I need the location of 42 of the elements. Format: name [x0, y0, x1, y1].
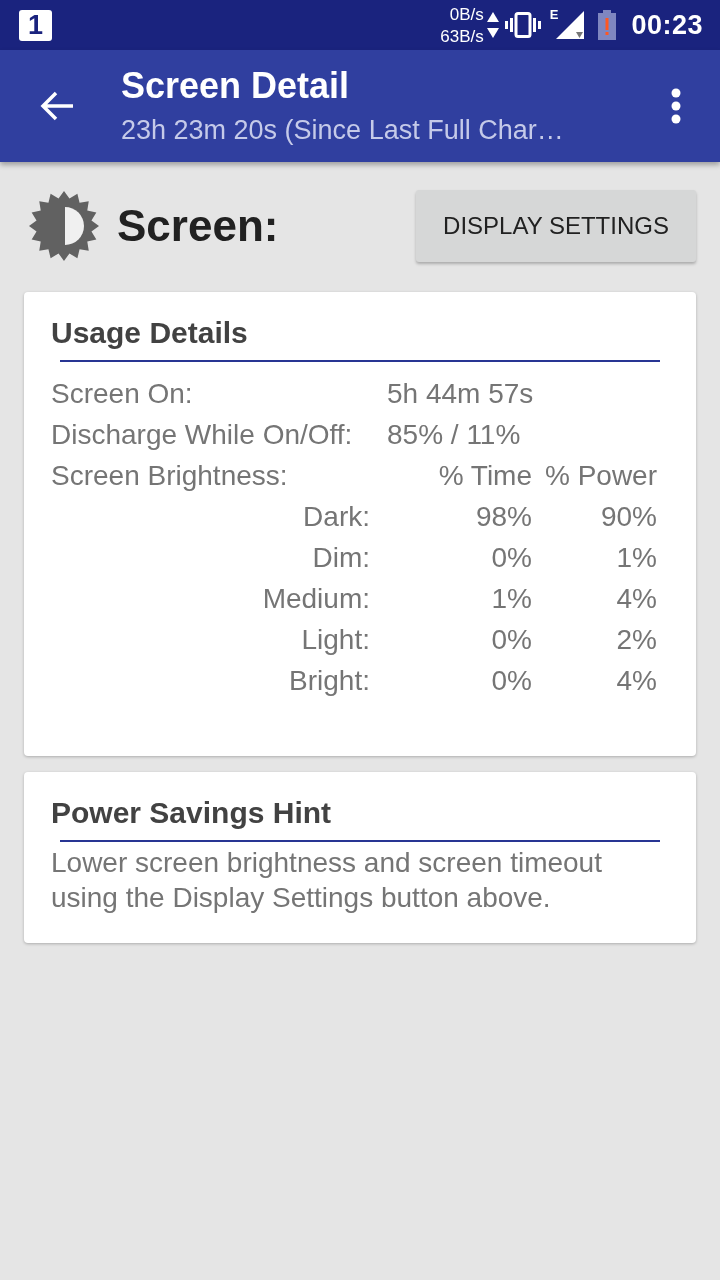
down-arrow-icon — [486, 28, 499, 38]
back-arrow-icon[interactable] — [40, 91, 74, 121]
brightness-icon — [28, 190, 100, 262]
card-heading: Power Savings Hint — [51, 795, 333, 831]
clock-time: 00:23 — [631, 9, 703, 41]
signal-icon — [556, 11, 585, 39]
battery-alert-icon — [598, 10, 617, 40]
screen-subtitle: 23h 23m 20s (Since Last Full Char… — [121, 114, 565, 147]
network-type-label: E — [549, 7, 559, 22]
hint-text: Lower screen brightness and screen timeout using the Display Settings button above. — [51, 846, 603, 915]
stat-label: Screen Brightness: — [51, 459, 289, 493]
notification-count: 1 — [19, 9, 52, 41]
power-percent: 4% — [615, 664, 657, 698]
brightness-level-label: Dim: — [311, 541, 370, 575]
column-header: % Time — [437, 459, 532, 493]
stat-value: 85% / 11% — [387, 418, 522, 452]
vibrate-icon — [504, 12, 541, 38]
screen-title: Screen Detail — [121, 65, 351, 107]
brightness-level-label: Medium: — [261, 582, 370, 616]
time-percent: 0% — [490, 623, 532, 657]
brightness-level-label: Dark: — [302, 500, 370, 534]
power-percent: 1% — [615, 541, 657, 575]
column-header: % Power — [543, 459, 657, 493]
time-percent: 0% — [490, 541, 532, 575]
brightness-level-label: Bright: — [288, 664, 370, 698]
download-speed: 63B/s — [440, 26, 484, 48]
overflow-menu-icon[interactable] — [671, 88, 681, 124]
up-arrow-icon — [486, 12, 499, 22]
power-percent: 4% — [615, 582, 657, 616]
time-percent: 1% — [490, 582, 532, 616]
stat-value: 5h 44m 57s — [387, 377, 535, 411]
brightness-level-label: Light: — [300, 623, 370, 657]
upload-speed: 0B/s — [449, 4, 484, 26]
power-percent: 90% — [599, 500, 657, 534]
section-title: Screen: — [117, 201, 280, 251]
time-percent: 98% — [474, 500, 532, 534]
time-percent: 0% — [490, 664, 532, 698]
power-percent: 2% — [615, 623, 657, 657]
card-heading: Usage Details — [51, 315, 249, 351]
stat-label: Screen On: — [51, 377, 194, 411]
stat-label: Discharge While On/Off: — [51, 418, 354, 452]
display-settings-button[interactable]: DISPLAY SETTINGS — [416, 190, 696, 262]
